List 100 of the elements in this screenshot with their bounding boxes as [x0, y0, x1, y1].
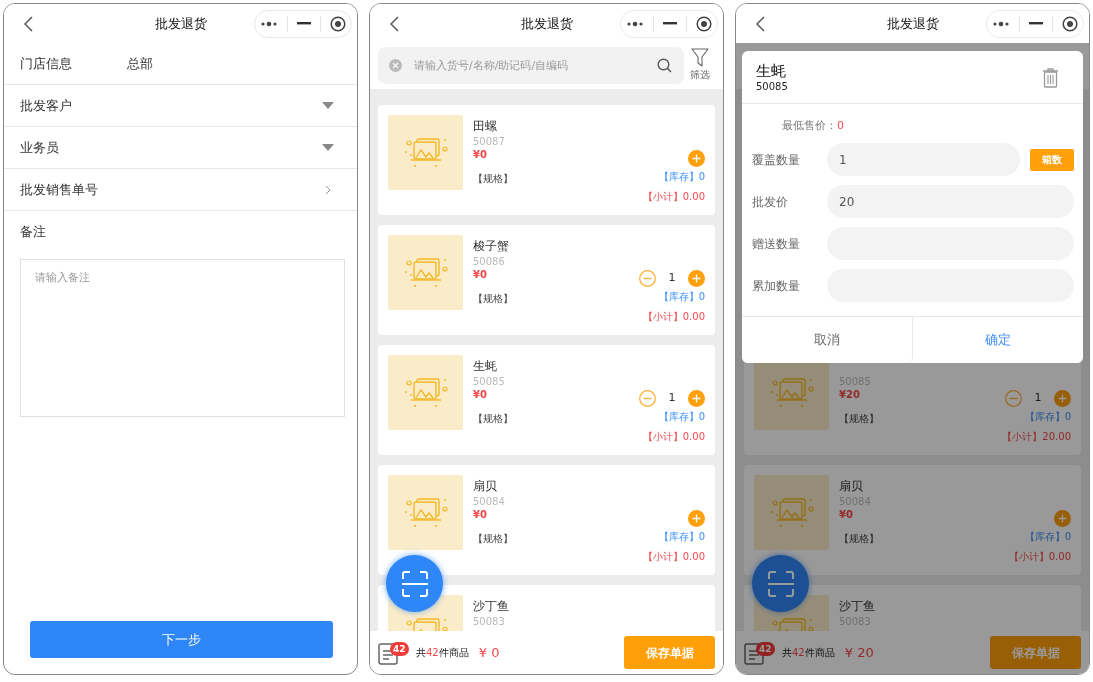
dialog-title: 生蚝	[756, 61, 787, 81]
stock-text: 【库存】0	[1024, 530, 1071, 544]
filter-label[interactable]: 筛选	[690, 67, 710, 82]
spec-link[interactable]: 【规格】	[473, 412, 513, 426]
more-icon[interactable]	[625, 20, 644, 27]
quantity: 1	[1033, 390, 1043, 407]
minimize-icon[interactable]	[1028, 22, 1043, 25]
dropdown-icon[interactable]	[322, 144, 334, 151]
stock-text: 【库存】0	[658, 530, 705, 544]
field-label: 覆盖数量	[752, 151, 801, 169]
plus-icon[interactable]	[1054, 390, 1071, 407]
image-icon	[768, 375, 815, 410]
notes-field[interactable]: 请输入备注	[20, 259, 345, 417]
plus-icon[interactable]	[688, 270, 705, 287]
product-card[interactable]: 田螺 50087 ¥0 【规格】 【库存】0 【小计】0.00	[378, 105, 715, 215]
total-amount: ¥ 0	[478, 643, 500, 662]
quantity: 1	[667, 390, 677, 407]
menu-capsule[interactable]	[986, 9, 1084, 38]
spec-link[interactable]: 【规格】	[473, 292, 513, 306]
spec-link[interactable]: 【规格】	[839, 532, 879, 546]
image-icon	[402, 135, 449, 170]
product-price: ¥0	[473, 268, 487, 282]
close-icon[interactable]	[696, 15, 713, 32]
subtotal-text: 【小计】0.00	[642, 310, 705, 324]
field-label: 赠送数量	[752, 235, 801, 253]
product-card[interactable]: 沙丁鱼 50083	[378, 585, 715, 631]
product-name: 田螺	[473, 118, 497, 135]
plus-icon[interactable]	[688, 390, 705, 407]
menu-capsule[interactable]	[254, 9, 352, 38]
product-price: ¥0	[473, 148, 487, 162]
scan-icon[interactable]	[400, 569, 429, 598]
page-title: 批发退货	[154, 15, 207, 31]
link-row[interactable]: 批发销售单号	[4, 169, 357, 211]
spec-link[interactable]: 【规格】	[473, 172, 513, 186]
subtotal-text: 【小计】0.00	[642, 190, 705, 204]
minimize-icon[interactable]	[296, 22, 311, 25]
next-button[interactable]: 下一步	[30, 621, 333, 658]
dropdown-row[interactable]: 业务员	[4, 127, 357, 169]
product-price: ¥0	[473, 508, 487, 522]
product-name: 沙丁鱼	[473, 598, 509, 615]
product-card[interactable]: 扇贝 50084 ¥0 【规格】 【库存】0 【小计】0.00	[378, 465, 715, 575]
total-amount: ¥ 20	[844, 643, 874, 662]
stock-text: 【库存】0	[658, 290, 705, 304]
menu-capsule[interactable]	[620, 9, 718, 38]
filter-icon[interactable]	[691, 48, 709, 67]
dropdown-row[interactable]: 批发客户	[4, 85, 357, 127]
minus-icon[interactable]	[639, 270, 656, 287]
product-name: 扇贝	[839, 478, 863, 495]
count-badge: 42	[756, 641, 775, 656]
image-icon	[402, 255, 449, 290]
scan-icon[interactable]	[766, 569, 795, 598]
image-icon	[768, 495, 815, 530]
image-icon	[402, 375, 449, 410]
input-field[interactable]: 20	[827, 185, 1074, 218]
spec-link[interactable]: 【规格】	[473, 532, 513, 546]
product-code: 50087	[473, 135, 505, 148]
close-icon[interactable]	[1062, 15, 1079, 32]
field-value: 总部	[127, 54, 153, 73]
more-icon[interactable]	[259, 20, 278, 27]
product-price: ¥20	[839, 388, 860, 402]
cancel-button[interactable]: 取消	[742, 317, 913, 363]
back-icon[interactable]	[756, 15, 765, 32]
plus-icon[interactable]	[688, 510, 705, 527]
search-icon[interactable]	[657, 58, 672, 73]
minimize-icon[interactable]	[662, 22, 677, 25]
product-card[interactable]: 梭子蟹 50086 ¥0 【规格】 1 【库存】0 【小计】0.00	[378, 225, 715, 335]
field-label: 批发价	[752, 193, 789, 211]
back-icon[interactable]	[390, 15, 399, 32]
product-name: 梭子蟹	[473, 238, 509, 255]
subtotal-text: 【小计】0.00	[642, 430, 705, 444]
search-field[interactable]: 请输入货号/名称/助记码/自编码	[378, 47, 684, 84]
product-price: ¥0	[473, 388, 487, 402]
product-code: 50085	[756, 81, 788, 93]
stock-text: 【库存】0	[658, 410, 705, 424]
dropdown-icon[interactable]	[322, 102, 334, 109]
input-field[interactable]: 1	[827, 143, 1020, 176]
back-icon[interactable]	[24, 15, 33, 32]
field-label: 批发销售单号	[20, 180, 98, 199]
min-price-text: 最低售价：0	[782, 118, 845, 134]
count-badge: 42	[390, 641, 409, 656]
product-code: 50084	[473, 495, 505, 508]
product-card[interactable]: 生蚝 50085 ¥0 【规格】 1 【库存】0 【小计】0.00	[378, 345, 715, 455]
subtotal-text: 【小计】0.00	[642, 550, 705, 564]
product-code: 50086	[473, 255, 505, 268]
product-name: 扇贝	[473, 478, 497, 495]
field-label: 业务员	[20, 138, 59, 157]
field-label: 备注	[20, 223, 46, 242]
spec-link[interactable]: 【规格】	[839, 412, 879, 426]
plus-icon[interactable]	[688, 150, 705, 167]
quantity: 1	[667, 270, 677, 287]
close-icon[interactable]	[330, 15, 347, 32]
more-icon[interactable]	[991, 20, 1010, 27]
item-count: 共42件商品	[416, 646, 469, 660]
chevron-right-icon[interactable]	[325, 184, 331, 195]
field-label: 门店信息	[20, 54, 72, 73]
minus-icon[interactable]	[639, 390, 656, 407]
plus-icon[interactable]	[1054, 510, 1071, 527]
stock-text: 【库存】0	[1024, 410, 1071, 424]
product-name: 沙丁鱼	[839, 598, 875, 615]
trash-icon[interactable]	[1042, 66, 1059, 88]
